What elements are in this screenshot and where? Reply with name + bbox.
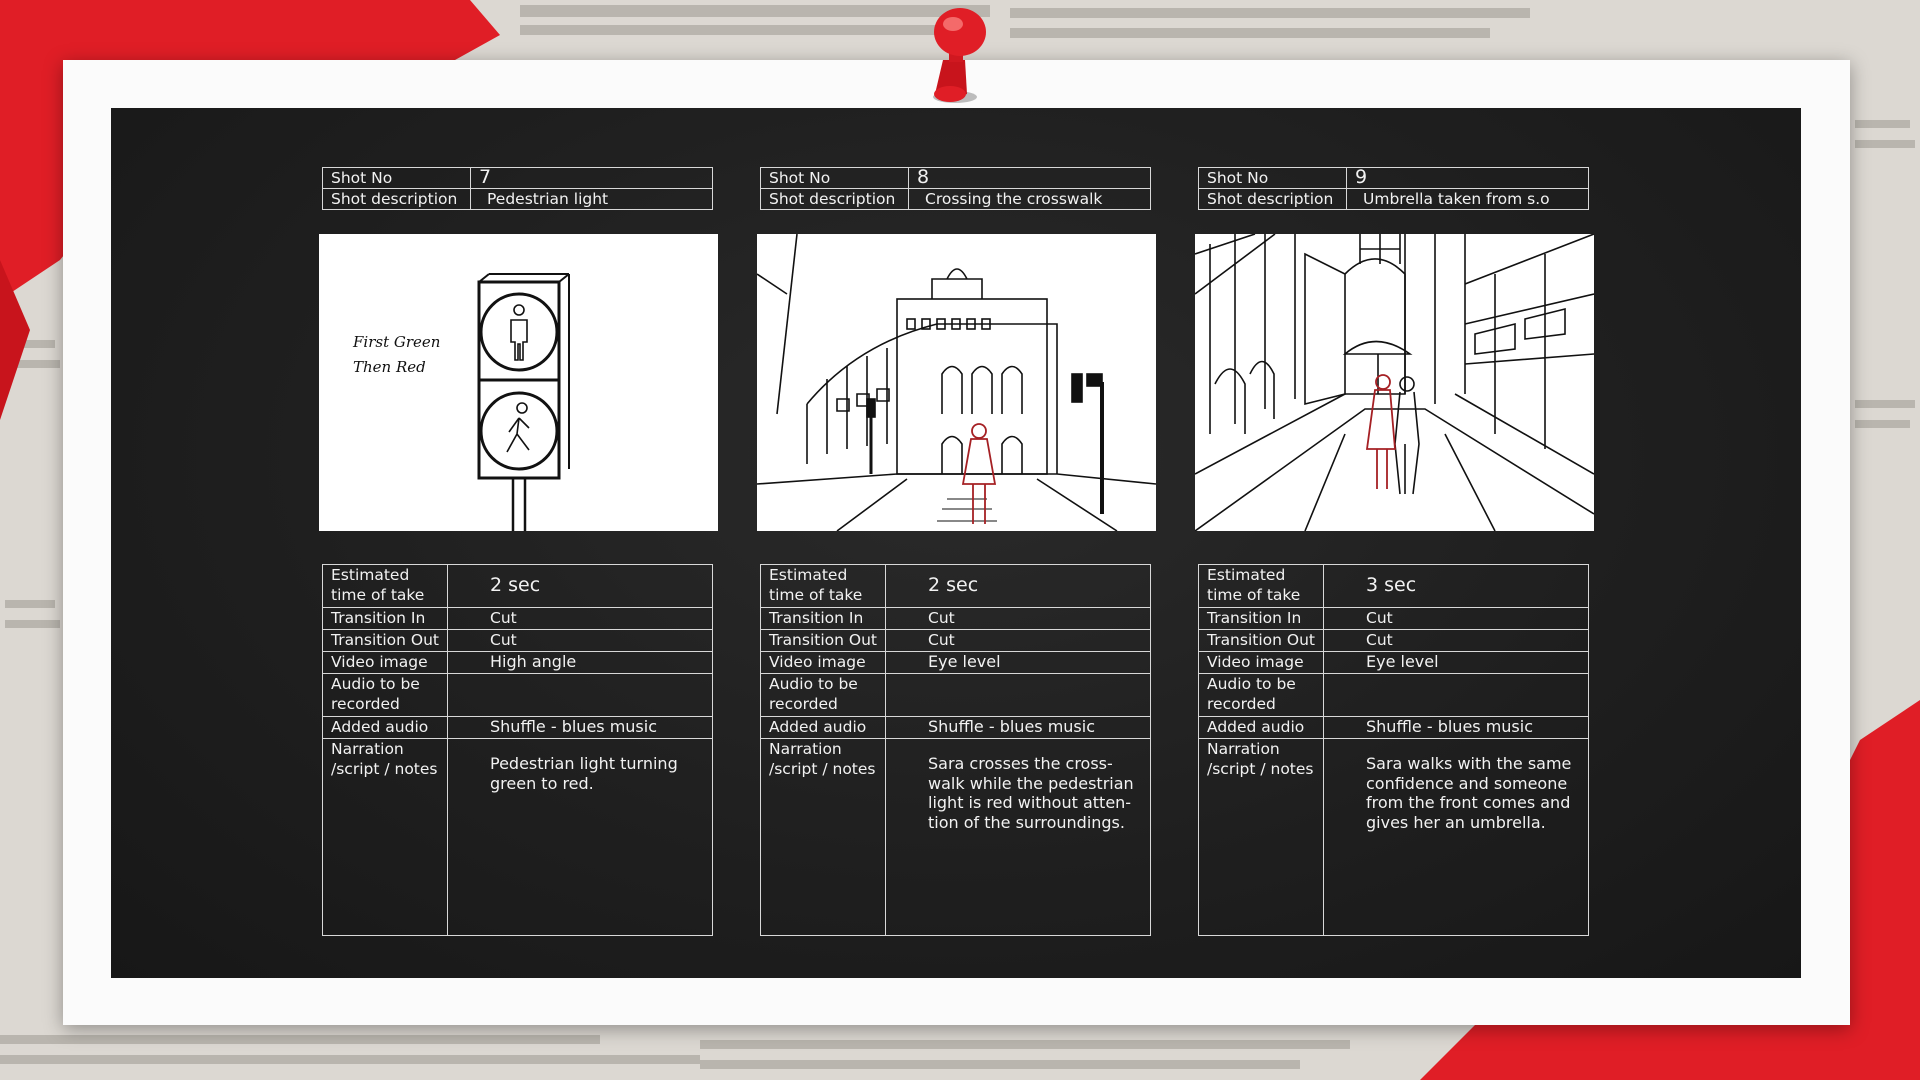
transition-in-label: Transition In [760, 607, 886, 630]
shot-panel-8: Shot No 8 Shot description Crossing the … [757, 108, 1180, 978]
shot-no-value: 7 [470, 167, 713, 189]
notes-value: Sara crosses the cross- walk while the p… [885, 738, 1151, 936]
time-value: 2 sec [447, 564, 713, 608]
notes-label: Narration /script / notes [1198, 738, 1324, 936]
time-value: 3 sec [1323, 564, 1589, 608]
shot-no-value: 8 [908, 167, 1151, 189]
shot-description-value: Umbrella taken from s.o [1346, 188, 1589, 210]
audio-recorded-value [1323, 673, 1589, 717]
shot-header-table: Shot No 7 Shot description Pedestrian li… [322, 167, 713, 210]
sketch-note-line1: First Green [352, 333, 440, 351]
shot-description-value: Pedestrian light [470, 188, 713, 210]
sketch-note-line2: Then Red [353, 358, 426, 376]
shot-details-table: Estimated time of take 2 sec Transition … [760, 564, 1151, 936]
notes-value: Sara walks with the same confidence and … [1323, 738, 1589, 936]
transition-out-value: Cut [447, 629, 713, 652]
transition-out-value: Cut [1323, 629, 1589, 652]
transition-out-label: Transition Out [1198, 629, 1324, 652]
transition-out-value: Cut [885, 629, 1151, 652]
shot-no-value: 9 [1346, 167, 1589, 189]
notes-label: Narration /script / notes [760, 738, 886, 936]
video-image-value: Eye level [1323, 651, 1589, 674]
storyboard-board: Shot No 7 Shot description Pedestrian li… [111, 108, 1801, 978]
shot-header-table: Shot No 9 Shot description Umbrella take… [1198, 167, 1589, 210]
transition-in-label: Transition In [1198, 607, 1324, 630]
added-audio-label: Added audio [760, 716, 886, 739]
added-audio-value: Shuffle - blues music [885, 716, 1151, 739]
shot-panel-9: Shot No 9 Shot description Umbrella take… [1195, 108, 1618, 978]
transition-in-label: Transition In [322, 607, 448, 630]
pushpin-icon [933, 8, 986, 103]
sketch-umbrella-handoff [1195, 234, 1594, 531]
audio-recorded-value [447, 673, 713, 717]
time-label: Estimated time of take [322, 564, 448, 608]
shot-no-label: Shot No [1198, 167, 1347, 189]
video-image-value: Eye level [885, 651, 1151, 674]
transition-in-value: Cut [447, 607, 713, 630]
video-image-label: Video image [760, 651, 886, 674]
shot-details-table: Estimated time of take 2 sec Transition … [322, 564, 713, 936]
transition-out-label: Transition Out [322, 629, 448, 652]
video-image-value: High angle [447, 651, 713, 674]
shot-header-table: Shot No 8 Shot description Crossing the … [760, 167, 1151, 210]
sketch-crossing-crosswalk [757, 234, 1156, 531]
added-audio-label: Added audio [1198, 716, 1324, 739]
added-audio-label: Added audio [322, 716, 448, 739]
video-image-label: Video image [1198, 651, 1324, 674]
transition-out-label: Transition Out [760, 629, 886, 652]
sketch-pedestrian-light: First Green Then Red [319, 234, 718, 531]
time-label: Estimated time of take [1198, 564, 1324, 608]
shot-description-label: Shot description [322, 188, 471, 210]
transition-in-value: Cut [885, 607, 1151, 630]
shot-no-label: Shot No [322, 167, 471, 189]
video-image-label: Video image [322, 651, 448, 674]
audio-recorded-value [885, 673, 1151, 717]
audio-recorded-label: Audio to be recorded [760, 673, 886, 717]
shot-panel-7: Shot No 7 Shot description Pedestrian li… [319, 108, 742, 978]
notes-value: Pedestrian light turning green to red. [447, 738, 713, 936]
added-audio-value: Shuffle - blues music [1323, 716, 1589, 739]
added-audio-value: Shuffle - blues music [447, 716, 713, 739]
notes-label: Narration /script / notes [322, 738, 448, 936]
transition-in-value: Cut [1323, 607, 1589, 630]
time-label: Estimated time of take [760, 564, 886, 608]
time-value: 2 sec [885, 564, 1151, 608]
shot-no-label: Shot No [760, 167, 909, 189]
audio-recorded-label: Audio to be recorded [1198, 673, 1324, 717]
shot-description-label: Shot description [760, 188, 909, 210]
shot-details-table: Estimated time of take 3 sec Transition … [1198, 564, 1589, 936]
audio-recorded-label: Audio to be recorded [322, 673, 448, 717]
shot-description-label: Shot description [1198, 188, 1347, 210]
shot-description-value: Crossing the crosswalk [908, 188, 1151, 210]
